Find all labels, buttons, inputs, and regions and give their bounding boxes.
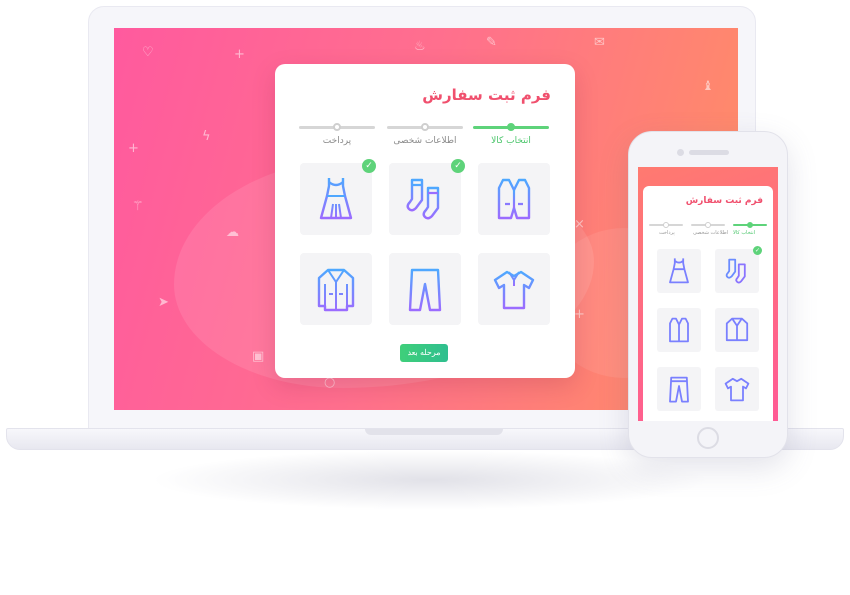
step-dot-select-product bbox=[507, 123, 515, 131]
mobile-step-dot-select-product bbox=[747, 222, 753, 228]
plus-decoration-icon: × bbox=[574, 217, 585, 232]
coat-icon bbox=[725, 317, 749, 342]
coat-icon bbox=[317, 268, 355, 312]
mobile-product-tile-vest[interactable] bbox=[657, 308, 701, 352]
product-tile-pants[interactable] bbox=[389, 253, 461, 325]
mobile-product-tile-pants[interactable] bbox=[657, 367, 701, 411]
envelope-icon: ✉ bbox=[594, 35, 605, 50]
product-tile-polo-shirt[interactable] bbox=[478, 253, 550, 325]
mobile-order-form-card: فرم ثبت سفارش انتخاب کالا اطلاعات شخصی پ… bbox=[643, 186, 773, 421]
pants-icon bbox=[669, 376, 689, 403]
image-icon: ▣ bbox=[252, 349, 265, 364]
order-form-card: فرم ثبت سفارش انتخاب کالا اطلاعات شخصی پ… bbox=[275, 64, 575, 378]
page-title: فرم ثبت سفارش bbox=[422, 86, 551, 104]
socks-icon bbox=[725, 258, 746, 284]
mobile-product-tile-socks[interactable]: ✓ bbox=[715, 246, 762, 293]
laptop-shadow bbox=[150, 450, 710, 510]
step-label-personal-info: اطلاعات شخصی bbox=[393, 136, 457, 146]
mobile-step-label-payment: پرداخت bbox=[659, 230, 675, 236]
polo-shirt-icon bbox=[724, 377, 750, 402]
mobile-product-tile-polo-shirt[interactable] bbox=[715, 367, 759, 411]
product-tile-coat[interactable] bbox=[300, 253, 372, 325]
dress-icon bbox=[669, 258, 689, 284]
chat-bubble-icon: ☁ bbox=[226, 225, 239, 240]
selected-check-icon: ✓ bbox=[753, 246, 762, 255]
plus-decoration-icon: + bbox=[234, 47, 245, 62]
mobile-step-label-select-product: انتخاب کالا bbox=[733, 230, 756, 236]
mobile-product-tile-dress[interactable] bbox=[657, 249, 701, 293]
mobile-step-label-personal-info: اطلاعات شخصی bbox=[693, 230, 729, 236]
socks-icon bbox=[406, 178, 440, 220]
mobile-product-tile-coat[interactable] bbox=[715, 308, 759, 352]
vest-icon bbox=[497, 178, 531, 220]
plus-decoration-icon: + bbox=[128, 141, 139, 156]
paper-plane-icon: ➤ bbox=[158, 295, 169, 310]
polo-shirt-icon bbox=[493, 270, 535, 310]
lightning-icon: ϟ bbox=[202, 129, 211, 144]
selected-check-icon: ✓ bbox=[362, 159, 376, 173]
pants-icon bbox=[408, 268, 442, 312]
heart-icon: ♡ bbox=[142, 45, 154, 60]
mobile-step-dot-personal-info bbox=[705, 222, 711, 228]
phone-frame: فرم ثبت سفارش انتخاب کالا اطلاعات شخصی پ… bbox=[628, 131, 788, 458]
phone-speaker bbox=[689, 150, 729, 155]
plus-decoration-icon: + bbox=[574, 307, 585, 322]
mobile-step-dot-payment bbox=[663, 222, 669, 228]
step-label-select-product: انتخاب کالا bbox=[491, 136, 531, 146]
step-dot-personal-info bbox=[421, 123, 429, 131]
phone-camera bbox=[677, 149, 684, 156]
flame-icon: ♨ bbox=[414, 39, 426, 54]
step-label-payment: پرداخت bbox=[322, 136, 352, 146]
wand-icon: ⚚ bbox=[132, 199, 144, 214]
vest-icon bbox=[669, 317, 689, 343]
product-tile-vest[interactable] bbox=[478, 163, 550, 235]
product-tile-dress[interactable]: ✓ bbox=[300, 159, 376, 235]
pen-icon: ✎ bbox=[486, 35, 497, 50]
next-step-button[interactable]: مرحله بعد bbox=[400, 344, 448, 362]
phone-screen: فرم ثبت سفارش انتخاب کالا اطلاعات شخصی پ… bbox=[638, 167, 778, 421]
step-dot-payment bbox=[333, 123, 341, 131]
phone-home-button[interactable] bbox=[697, 427, 719, 449]
laptop-notch bbox=[365, 429, 503, 435]
selected-check-icon: ✓ bbox=[451, 159, 465, 173]
mobile-page-title: فرم ثبت سفارش bbox=[685, 196, 763, 206]
chess-piece-icon: ♝ bbox=[702, 79, 714, 94]
product-tile-socks[interactable]: ✓ bbox=[389, 159, 465, 235]
dress-icon bbox=[319, 178, 353, 220]
